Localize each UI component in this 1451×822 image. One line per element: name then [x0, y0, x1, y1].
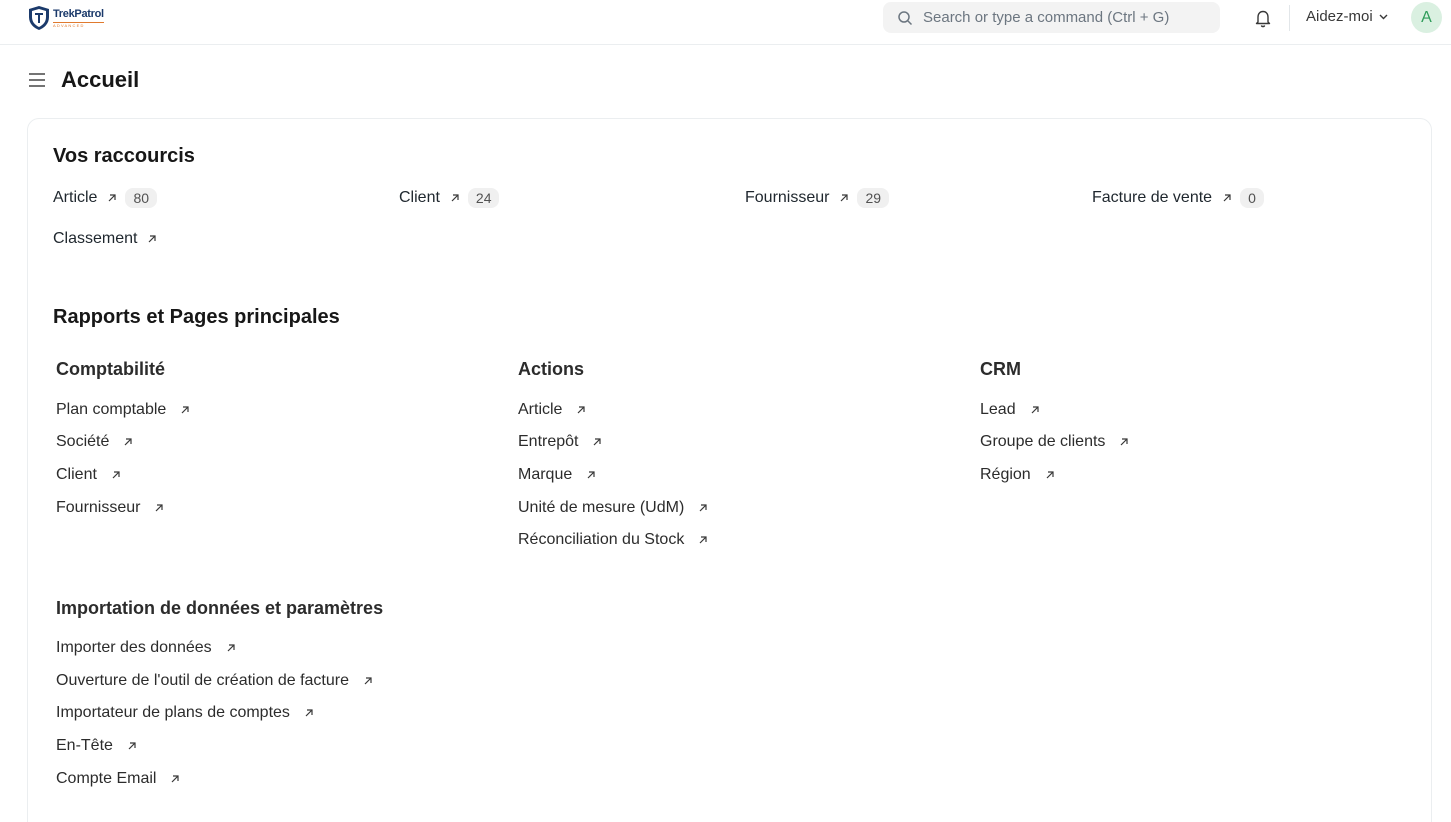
- arrow-up-right-icon: [156, 504, 164, 512]
- page-header: Accueil: [28, 66, 139, 94]
- group-title-comptabilite: Comptabilité: [56, 359, 166, 379]
- hamburger-menu-icon[interactable]: [28, 72, 46, 88]
- search-icon: [898, 10, 913, 25]
- arrow-up-right-icon: [1223, 194, 1231, 202]
- link-label: Lead: [980, 401, 1016, 418]
- link-label: Client: [56, 466, 97, 483]
- link-en-tete[interactable]: En-Tête: [56, 737, 137, 755]
- link-label: Compte Email: [56, 770, 157, 787]
- link-label: Entrepôt: [518, 433, 579, 450]
- shortcut-client[interactable]: Client 24: [399, 188, 500, 208]
- link-unite-de-mesure[interactable]: Unité de mesure (UdM): [518, 499, 708, 517]
- shortcut-label: Article: [53, 189, 98, 206]
- arrow-up-right-icon: [594, 438, 602, 446]
- group-title-actions: Actions: [518, 359, 585, 379]
- arrow-up-right-icon: [305, 709, 313, 717]
- link-importateur-plans-comptes[interactable]: Importateur de plans de comptes: [56, 704, 314, 722]
- arrow-up-right-icon: [699, 536, 707, 544]
- arrow-up-right-icon: [699, 504, 707, 512]
- link-importer-des-donnees[interactable]: Importer des données: [56, 639, 236, 657]
- shortcut-label: Facture de vente: [1092, 189, 1213, 206]
- page-title: Accueil: [61, 67, 140, 92]
- link-label: Plan comptable: [56, 401, 167, 418]
- shortcut-label: Fournisseur: [745, 189, 830, 206]
- count-badge: 0: [1240, 188, 1264, 208]
- link-label: Fournisseur: [56, 499, 141, 516]
- arrow-up-right-icon: [227, 644, 235, 652]
- help-dropdown[interactable]: Aidez-moi: [1306, 8, 1389, 25]
- shield-logo-icon: [29, 6, 49, 30]
- shortcut-fournisseur[interactable]: Fournisseur 29: [745, 188, 890, 208]
- link-label: Région: [980, 466, 1031, 483]
- link-label: Groupe de clients: [980, 433, 1106, 450]
- user-avatar[interactable]: A: [1411, 2, 1442, 33]
- link-label: Importer des données: [56, 639, 212, 656]
- group-title-crm: CRM: [980, 359, 1021, 379]
- shortcut-classement[interactable]: Classement: [53, 230, 157, 248]
- search-input[interactable]: [923, 9, 1203, 26]
- reports-heading: Rapports et Pages principales: [53, 306, 340, 328]
- link-groupe-de-clients[interactable]: Groupe de clients: [980, 433, 1129, 451]
- link-reconciliation-du-stock[interactable]: Réconciliation du Stock: [518, 531, 708, 549]
- count-badge: 80: [125, 188, 158, 208]
- link-societe[interactable]: Société: [56, 433, 133, 451]
- arrow-up-right-icon: [181, 406, 189, 414]
- navbar: TrekPatrol ADVANCED Aidez-moi A: [0, 0, 1451, 45]
- shortcut-label: Client: [399, 189, 440, 206]
- help-label: Aidez-moi: [1306, 8, 1373, 25]
- link-compte-email[interactable]: Compte Email: [56, 770, 180, 788]
- app-logo[interactable]: TrekPatrol ADVANCED: [28, 5, 104, 31]
- arrow-up-right-icon: [841, 194, 849, 202]
- link-label: Unité de mesure (UdM): [518, 499, 685, 516]
- arrow-up-right-icon: [124, 438, 132, 446]
- arrow-up-right-icon: [128, 742, 136, 750]
- nav-divider: [1289, 5, 1290, 31]
- workspace-card: Vos raccourcis Article 80 Client 24 Four…: [27, 118, 1432, 822]
- group-title-importation: Importation de données et paramètres: [56, 598, 384, 618]
- link-label: Marque: [518, 466, 573, 483]
- shortcuts-heading: Vos raccourcis: [53, 145, 195, 167]
- link-lead[interactable]: Lead: [980, 401, 1040, 419]
- link-label: Ouverture de l'outil de création de fact…: [56, 672, 349, 689]
- arrow-up-right-icon: [451, 194, 459, 202]
- link-article[interactable]: Article: [518, 401, 586, 419]
- shortcut-label: Classement: [53, 230, 138, 247]
- arrow-up-right-icon: [109, 194, 117, 202]
- shortcut-article[interactable]: Article 80: [53, 188, 158, 208]
- count-badge: 24: [467, 188, 500, 208]
- link-outil-creation-facture[interactable]: Ouverture de l'outil de création de fact…: [56, 672, 373, 690]
- arrow-up-right-icon: [1031, 406, 1039, 414]
- link-fournisseur[interactable]: Fournisseur: [56, 499, 164, 517]
- link-label: Réconciliation du Stock: [518, 531, 685, 548]
- link-plan-comptable[interactable]: Plan comptable: [56, 401, 190, 419]
- link-entrepot[interactable]: Entrepôt: [518, 433, 602, 451]
- arrow-up-right-icon: [364, 677, 372, 685]
- arrow-up-right-icon: [172, 775, 180, 783]
- bell-icon[interactable]: [1253, 8, 1273, 28]
- arrow-up-right-icon: [578, 406, 586, 414]
- arrow-up-right-icon: [1120, 438, 1129, 446]
- arrow-up-right-icon: [587, 471, 595, 479]
- link-label: Importateur de plans de comptes: [56, 704, 290, 721]
- link-label: En-Tête: [56, 737, 113, 754]
- link-client[interactable]: Client: [56, 466, 121, 484]
- link-region[interactable]: Région: [980, 466, 1055, 484]
- link-marque[interactable]: Marque: [518, 466, 596, 484]
- arrow-up-right-icon: [112, 471, 120, 479]
- chevron-down-icon: [1379, 14, 1388, 20]
- shortcut-facture-de-vente[interactable]: Facture de vente 0: [1092, 188, 1264, 208]
- brand-name: TrekPatrol: [53, 7, 104, 20]
- link-label: Société: [56, 433, 110, 450]
- brand-tagline: ADVANCED: [53, 21, 104, 28]
- link-label: Article: [518, 401, 563, 418]
- arrow-up-right-icon: [1046, 471, 1054, 479]
- search-bar[interactable]: [883, 2, 1220, 33]
- arrow-up-right-icon: [149, 235, 157, 243]
- count-badge: 29: [857, 188, 890, 208]
